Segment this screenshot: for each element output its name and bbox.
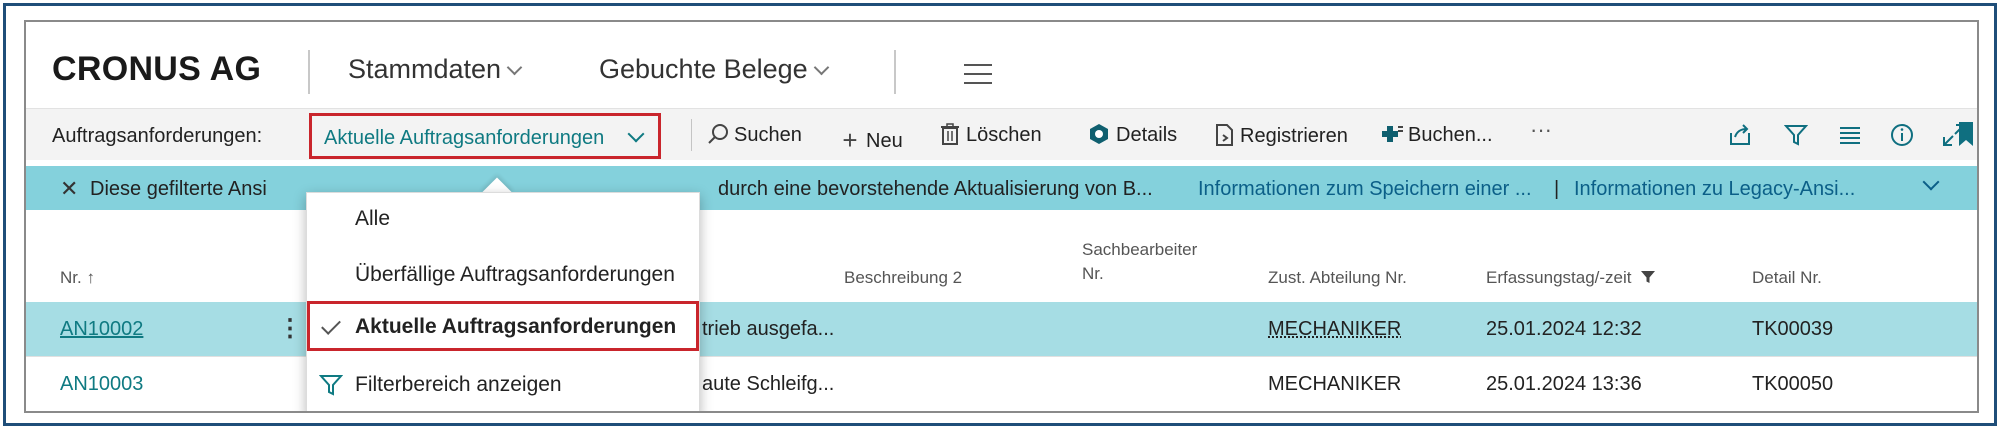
column-header-erfassung-label: Erfassungstag/-zeit bbox=[1486, 268, 1632, 287]
chevron-down-icon bbox=[506, 59, 523, 76]
column-header-sachbearbeiter[interactable]: Sachbearbeiter bbox=[1082, 240, 1197, 260]
top-navigation: CRONUS AG Stammdaten Gebuchte Belege bbox=[26, 22, 1977, 94]
dropdown-item-label: Alle bbox=[355, 207, 391, 230]
dropdown-item-label: Überfällige Auftragsanforderungen bbox=[355, 263, 675, 286]
cell-nr[interactable]: AN10002 bbox=[60, 318, 143, 341]
search-button[interactable]: Suchen bbox=[708, 123, 802, 147]
filter-icon[interactable] bbox=[1784, 123, 1808, 147]
view-dropdown-menu: Alle Überfällige Auftragsanforderungen A… bbox=[306, 192, 700, 411]
app-window: CRONUS AG Stammdaten Gebuchte Belege Auf… bbox=[24, 20, 1979, 413]
search-button-label: Suchen bbox=[734, 124, 802, 146]
info-icon[interactable] bbox=[1890, 123, 1914, 147]
register-icon bbox=[1216, 124, 1233, 146]
dropdown-item-aktuelle[interactable]: Aktuelle Auftragsanforderungen bbox=[307, 301, 699, 351]
post-icon bbox=[1382, 126, 1403, 142]
dropdown-item-label: Filterbereich anzeigen bbox=[355, 373, 562, 396]
company-name[interactable]: CRONUS AG bbox=[52, 50, 261, 89]
notification-link-save-view[interactable]: Informationen zum Speichern einer ... bbox=[1198, 178, 1532, 201]
action-bar: Auftragsanforderungen: Aktuelle Auftrags… bbox=[26, 108, 1977, 160]
dropdown-item-filterbereich[interactable]: Filterbereich anzeigen bbox=[307, 359, 699, 411]
nav-separator bbox=[894, 50, 896, 94]
details-button-label: Details bbox=[1116, 124, 1178, 146]
cell-beschreibung: aute Schleifg... bbox=[702, 373, 835, 395]
nav-separator bbox=[308, 50, 310, 94]
cell-detail: TK00050 bbox=[1752, 373, 1834, 395]
chevron-down-icon[interactable] bbox=[1922, 173, 1940, 191]
outer-frame: CRONUS AG Stammdaten Gebuchte Belege Auf… bbox=[3, 3, 1997, 426]
column-header-detail[interactable]: Detail Nr. bbox=[1752, 268, 1822, 288]
delete-button-label: Löschen bbox=[966, 124, 1042, 146]
cell-erfassung: 25.01.2024 13:36 bbox=[1486, 373, 1642, 395]
cell-erfassung: 25.01.2024 12:32 bbox=[1486, 318, 1642, 340]
cell-abteilung: MECHANIKER bbox=[1268, 373, 1402, 395]
filter-icon bbox=[1641, 271, 1656, 283]
checkmark-icon bbox=[321, 315, 341, 335]
nav-stammdaten-label: Stammdaten bbox=[348, 54, 502, 84]
action-separator bbox=[691, 119, 692, 151]
details-icon bbox=[1090, 124, 1108, 144]
dropdown-item-alle[interactable]: Alle bbox=[307, 193, 699, 245]
notification-separator: | bbox=[1554, 178, 1560, 200]
chevron-down-icon bbox=[627, 125, 645, 143]
new-button[interactable]: + Neu bbox=[838, 123, 903, 155]
notification-text-tail: durch eine bevorstehende Aktualisierung … bbox=[718, 178, 1153, 200]
dropdown-item-ueberfaellige[interactable]: Überfällige Auftragsanforderungen bbox=[307, 249, 699, 301]
dropdown-item-label: Aktuelle Auftragsanforderungen bbox=[355, 315, 677, 338]
row-menu-icon[interactable]: ⋮ bbox=[278, 314, 302, 343]
register-button-label: Registrieren bbox=[1240, 125, 1348, 147]
nav-gebuchte-belege[interactable]: Gebuchte Belege bbox=[599, 54, 829, 85]
cell-abteilung[interactable]: MECHANIKER bbox=[1268, 318, 1401, 341]
new-button-label: Neu bbox=[866, 130, 903, 152]
column-header-nr[interactable]: Nr. ↑ bbox=[60, 268, 95, 288]
post-button[interactable]: Buchen... bbox=[1378, 123, 1493, 147]
close-icon[interactable]: ✕ bbox=[60, 176, 78, 202]
delete-button[interactable]: Löschen bbox=[940, 123, 1042, 147]
column-header-beschreibung-2[interactable]: Beschreibung 2 bbox=[844, 268, 962, 288]
share-icon[interactable] bbox=[1728, 123, 1752, 147]
post-button-label: Buchen... bbox=[1408, 124, 1493, 146]
search-icon bbox=[708, 124, 728, 144]
menu-icon[interactable] bbox=[964, 64, 992, 91]
nav-gebuchte-belege-label: Gebuchte Belege bbox=[599, 54, 808, 84]
view-selector[interactable]: Aktuelle Auftragsanforderungen bbox=[309, 113, 661, 159]
cell-detail: TK00039 bbox=[1752, 318, 1834, 340]
list-view-icon[interactable] bbox=[1838, 125, 1862, 145]
plus-icon: + bbox=[842, 125, 858, 155]
register-button[interactable]: Registrieren bbox=[1214, 123, 1348, 148]
bookmark-icon[interactable] bbox=[1958, 121, 1974, 147]
page-caption: Auftragsanforderungen: bbox=[52, 125, 263, 147]
cell-nr[interactable]: AN10003 bbox=[60, 373, 143, 396]
notification-text: Diese gefilterte Ansi bbox=[90, 178, 267, 200]
details-button[interactable]: Details bbox=[1088, 123, 1177, 147]
view-selector-label: Aktuelle Auftragsanforderungen bbox=[324, 127, 605, 149]
more-actions-button[interactable]: ··· bbox=[1530, 117, 1552, 143]
cell-beschreibung: trieb ausgefa... bbox=[702, 318, 835, 340]
chevron-down-icon bbox=[813, 59, 829, 76]
column-header-erfassung[interactable]: Erfassungstag/-zeit bbox=[1486, 268, 1656, 288]
trash-icon bbox=[941, 123, 959, 145]
nav-stammdaten[interactable]: Stammdaten bbox=[348, 54, 523, 85]
filter-icon bbox=[319, 375, 343, 396]
column-header-abteilung[interactable]: Zust. Abteilung Nr. bbox=[1268, 268, 1407, 288]
column-header-sachbearbeiter-nr[interactable]: Nr. bbox=[1082, 264, 1104, 284]
notification-link-legacy-views[interactable]: Informationen zu Legacy-Ansi... bbox=[1574, 178, 1855, 201]
